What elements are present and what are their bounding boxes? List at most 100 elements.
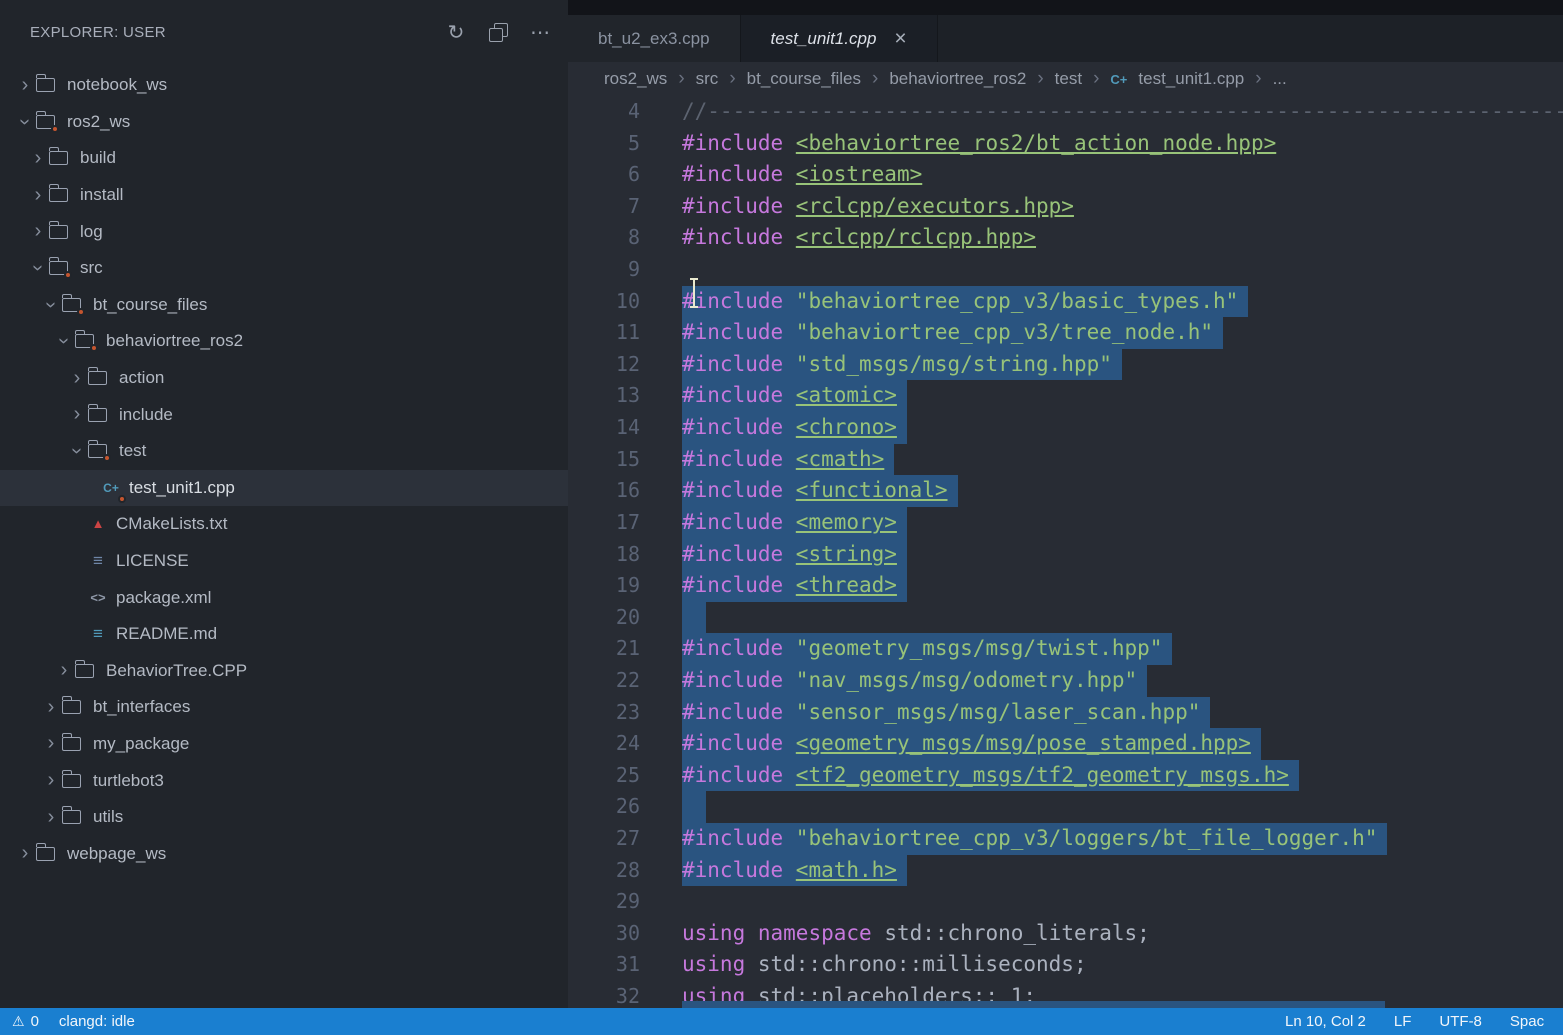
line-number: 6 <box>568 159 682 191</box>
status-eol[interactable]: LF <box>1394 1013 1412 1030</box>
line-text <box>682 254 1563 286</box>
breadcrumb-item-src[interactable]: src <box>696 69 719 89</box>
tree-item-webpage_ws[interactable]: ›webpage_ws <box>0 835 568 872</box>
tree-item-bt_course_files[interactable]: ›bt_course_files <box>0 287 568 324</box>
code-line[interactable]: 8#include <rclcpp/rclcpp.hpp> <box>568 222 1563 254</box>
code-line[interactable]: 23#include "sensor_msgs/msg/laser_scan.h… <box>568 697 1563 729</box>
tree-item-label: utils <box>93 807 123 827</box>
tree-item-turtlebot3[interactable]: ›turtlebot3 <box>0 762 568 799</box>
tree-item-log[interactable]: ›log <box>0 213 568 250</box>
code-line[interactable]: 5#include <behaviortree_ros2/bt_action_n… <box>568 128 1563 160</box>
breadcrumb-item-behaviortree_ros2[interactable]: behaviortree_ros2 <box>889 69 1026 89</box>
breadcrumb: ros2_ws›src›bt_course_files›behaviortree… <box>568 62 1563 96</box>
line-text <box>682 886 1563 918</box>
code-line[interactable]: 20 <box>568 602 1563 634</box>
code-line[interactable]: 27#include "behaviortree_cpp_v3/loggers/… <box>568 823 1563 855</box>
open-editors-icon[interactable] <box>484 18 512 46</box>
folder-icon <box>49 151 68 165</box>
line-text: #include "behaviortree_cpp_v3/basic_type… <box>682 286 1563 318</box>
refresh-icon[interactable]: ↻ <box>442 18 470 46</box>
tree-item-src[interactable]: ›src <box>0 250 568 287</box>
git-modified-dot <box>103 454 111 462</box>
chevron-right-icon: › <box>27 184 49 206</box>
tree-item-action[interactable]: ›action <box>0 360 568 397</box>
breadcrumb-item-ros2_ws[interactable]: ros2_ws <box>604 69 667 89</box>
tree-item-ros2_ws[interactable]: ›ros2_ws <box>0 104 568 141</box>
code-line[interactable]: 25#include <tf2_geometry_msgs/tf2_geomet… <box>568 760 1563 792</box>
code-line[interactable]: 24#include <geometry_msgs/msg/pose_stamp… <box>568 728 1563 760</box>
line-number: 23 <box>568 697 682 729</box>
code-line[interactable]: 9 <box>568 254 1563 286</box>
tree-item-BehaviorTree.CPP[interactable]: ›BehaviorTree.CPP <box>0 653 568 690</box>
tree-item-test_unit1.cpp[interactable]: C+test_unit1.cpp <box>0 470 568 507</box>
code-line[interactable]: 28#include <math.h> <box>568 855 1563 887</box>
tree-item-my_package[interactable]: ›my_package <box>0 726 568 763</box>
tree-item-label: include <box>119 405 173 425</box>
line-text: #include <functional> <box>682 475 1563 507</box>
line-text: #include "geometry_msgs/msg/twist.hpp" <box>682 633 1563 665</box>
code-line[interactable]: 30using namespace std::chrono_literals; <box>568 918 1563 950</box>
breadcrumb-item-test_unit1.cpp[interactable]: test_unit1.cpp <box>1138 69 1244 89</box>
tab-bt_u2_ex3.cpp[interactable]: bt_u2_ex3.cpp <box>568 15 741 62</box>
status-clangd[interactable]: clangd: idle <box>59 1013 135 1030</box>
line-number: 22 <box>568 665 682 697</box>
tree-item-behaviortree_ros2[interactable]: ›behaviortree_ros2 <box>0 323 568 360</box>
code-line[interactable]: 11#include "behaviortree_cpp_v3/tree_nod… <box>568 317 1563 349</box>
line-number: 21 <box>568 633 682 665</box>
status-cursor-position[interactable]: Ln 10, Col 2 <box>1285 1013 1366 1030</box>
line-text: using namespace std::chrono_literals; <box>682 918 1563 950</box>
tree-item-LICENSE[interactable]: ≡LICENSE <box>0 543 568 580</box>
code-editor[interactable]: 4//-------------------------------------… <box>568 96 1563 1008</box>
selection-highlight: #include "behaviortree_cpp_v3/loggers/bt… <box>682 823 1387 855</box>
tree-item-test[interactable]: ›test <box>0 433 568 470</box>
tree-item-build[interactable]: ›build <box>0 140 568 177</box>
breadcrumb-item-bt_course_files[interactable]: bt_course_files <box>747 69 861 89</box>
code-line[interactable]: 29 <box>568 886 1563 918</box>
status-encoding[interactable]: UTF-8 <box>1439 1013 1482 1030</box>
code-line[interactable]: 13#include <atomic> <box>568 380 1563 412</box>
more-actions-icon[interactable]: ⋯ <box>526 18 554 46</box>
folder-icon <box>62 774 81 788</box>
code-line[interactable]: 21#include "geometry_msgs/msg/twist.hpp" <box>568 633 1563 665</box>
code-line[interactable]: 10#include "behaviortree_cpp_v3/basic_ty… <box>568 286 1563 318</box>
tree-item-utils[interactable]: ›utils <box>0 799 568 836</box>
code-line[interactable]: 16#include <functional> <box>568 475 1563 507</box>
line-text: #include <thread> <box>682 570 1563 602</box>
code-line[interactable]: 17#include <memory> <box>568 507 1563 539</box>
tree-item-README.md[interactable]: ≡README.md <box>0 616 568 653</box>
code-line[interactable]: 31using std::chrono::milliseconds; <box>568 949 1563 981</box>
code-line[interactable]: 15#include <cmath> <box>568 444 1563 476</box>
status-warnings-label: 0 <box>31 1013 39 1030</box>
folder-icon <box>36 847 55 861</box>
license-file-icon: ≡ <box>88 551 108 571</box>
code-line[interactable]: 7#include <rclcpp/executors.hpp> <box>568 191 1563 223</box>
code-line[interactable]: 12#include "std_msgs/msg/string.hpp" <box>568 349 1563 381</box>
tree-item-package.xml[interactable]: <>package.xml <box>0 579 568 616</box>
status-encoding-label: UTF-8 <box>1439 1013 1482 1030</box>
breadcrumb-item-test[interactable]: test <box>1055 69 1082 89</box>
tree-item-install[interactable]: ›install <box>0 177 568 214</box>
status-warnings[interactable]: ⚠0 <box>12 1013 39 1030</box>
tree-item-CMakeLists.txt[interactable]: ▲CMakeLists.txt <box>0 506 568 543</box>
code-line[interactable]: 22#include "nav_msgs/msg/odometry.hpp" <box>568 665 1563 697</box>
status-indentation[interactable]: Spac <box>1510 1013 1544 1030</box>
git-modified-dot <box>77 308 85 316</box>
explorer-title: EXPLORER: USER <box>30 24 166 41</box>
code-line[interactable]: 14#include <chrono> <box>568 412 1563 444</box>
folder-icon <box>62 810 81 824</box>
folder-icon <box>62 737 81 751</box>
line-text: #include "nav_msgs/msg/odometry.hpp" <box>682 665 1563 697</box>
code-line[interactable]: 26 <box>568 791 1563 823</box>
tab-test_unit1.cpp[interactable]: test_unit1.cpp× <box>741 15 938 62</box>
tree-item-bt_interfaces[interactable]: ›bt_interfaces <box>0 689 568 726</box>
chevron-separator-icon: › <box>872 68 878 90</box>
chevron-right-icon: › <box>66 367 88 389</box>
breadcrumb-overflow[interactable]: ... <box>1273 69 1287 89</box>
code-line[interactable]: 19#include <thread> <box>568 570 1563 602</box>
code-line[interactable]: 6#include <iostream> <box>568 159 1563 191</box>
code-line[interactable]: 4//-------------------------------------… <box>568 96 1563 128</box>
close-icon[interactable]: × <box>894 28 906 49</box>
tree-item-include[interactable]: ›include <box>0 396 568 433</box>
code-line[interactable]: 18#include <string> <box>568 539 1563 571</box>
tree-item-notebook_ws[interactable]: ›notebook_ws <box>0 67 568 104</box>
